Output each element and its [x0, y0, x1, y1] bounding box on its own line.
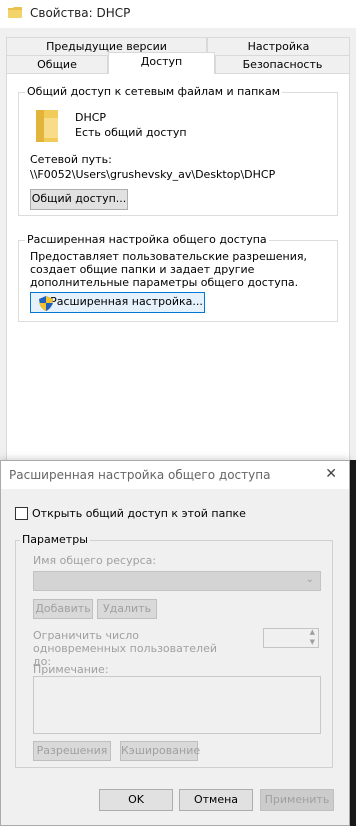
tab-customize[interactable]: Настройка: [207, 37, 350, 56]
network-path-label: Сетевой путь:: [30, 153, 112, 166]
group-legend: Расширенная настройка общего доступа: [25, 233, 269, 246]
close-icon[interactable]: ✕: [325, 466, 337, 482]
share-status: Есть общий доступ: [75, 126, 187, 139]
advanced-sharing-dialog: Расширенная настройка общего доступа ✕ О…: [0, 460, 350, 826]
advanced-sharing-button-label: Расширенная настройка...: [50, 295, 203, 308]
cancel-button[interactable]: Отмена: [179, 789, 253, 811]
tab-label: Безопасность: [242, 58, 323, 71]
group-legend: Параметры: [20, 533, 90, 546]
advanced-description: Предоставляет пользовательские разрешени…: [30, 250, 307, 289]
comment-textarea[interactable]: [33, 676, 321, 734]
stepper-down-icon[interactable]: ▼: [310, 638, 315, 646]
permissions-button[interactable]: Разрешения: [33, 741, 111, 761]
properties-title: Свойства: DHCP: [30, 6, 131, 20]
group-legend: Общий доступ к сетевым файлам и папкам: [25, 85, 282, 98]
tab-label: Общие: [37, 58, 77, 71]
shield-icon: [39, 296, 53, 311]
tab-security[interactable]: Безопасность: [215, 55, 350, 74]
remove-button[interactable]: Удалить: [97, 599, 157, 619]
dialog-titlebar: Расширенная настройка общего доступа ✕: [1, 461, 349, 489]
advanced-sharing-button[interactable]: Расширенная настройка...: [30, 292, 205, 313]
share-name-label: Имя общего ресурса:: [33, 554, 157, 567]
folder-icon: [8, 7, 22, 18]
share-name-dropdown[interactable]: ⌄: [33, 571, 321, 591]
folder-name: DHCP: [75, 111, 107, 124]
properties-titlebar: Свойства: DHCP: [0, 0, 356, 28]
chevron-down-icon: ⌄: [305, 574, 314, 585]
share-button[interactable]: Общий доступ...: [30, 189, 128, 210]
tab-label: Настройка: [247, 40, 310, 53]
network-path-value: \\F0052\Users\grushevsky_av\Desktop\DHCP: [30, 168, 276, 181]
limit-users-stepper[interactable]: ▲ ▼: [263, 628, 319, 648]
caching-button[interactable]: Кэширование: [120, 741, 200, 761]
ok-button[interactable]: OK: [99, 789, 173, 811]
stepper-up-icon[interactable]: ▲: [310, 628, 315, 636]
background-desktop-strip: [350, 460, 356, 826]
comment-label: Примечание:: [33, 663, 109, 676]
share-folder-label[interactable]: Открыть общий доступ к этой папке: [32, 507, 246, 520]
share-folder-checkbox[interactable]: [15, 507, 28, 520]
add-button[interactable]: Добавить: [33, 599, 93, 619]
tab-sharing[interactable]: Доступ: [108, 52, 215, 74]
tab-general[interactable]: Общие: [6, 55, 108, 74]
apply-button[interactable]: Применить: [260, 789, 334, 811]
tab-label: Доступ: [140, 55, 183, 68]
dialog-title: Расширенная настройка общего доступа: [9, 468, 271, 482]
folder-large-icon: [36, 110, 58, 142]
